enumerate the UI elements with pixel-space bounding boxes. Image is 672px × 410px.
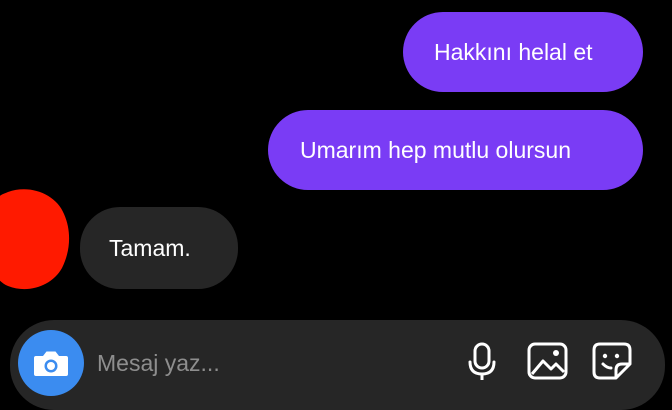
image-gallery-icon[interactable] [526,340,570,380]
sticker-icon[interactable] [590,340,634,380]
sent-message-bubble[interactable]: Umarım hep mutlu olursun [268,110,643,190]
microphone-icon[interactable] [462,340,502,380]
message-text: Umarım hep mutlu olursun [300,136,571,163]
message-input[interactable]: Mesaj yaz... [97,352,220,375]
camera-icon [34,351,68,376]
message-text: Tamam. [109,234,191,261]
received-message-bubble[interactable]: Tamam. [80,207,238,289]
message-text: Hakkını helal et [434,38,593,65]
camera-button[interactable] [18,330,84,396]
sent-message-bubble[interactable]: Hakkını helal et [403,12,643,92]
avatar-redaction [0,189,69,290]
